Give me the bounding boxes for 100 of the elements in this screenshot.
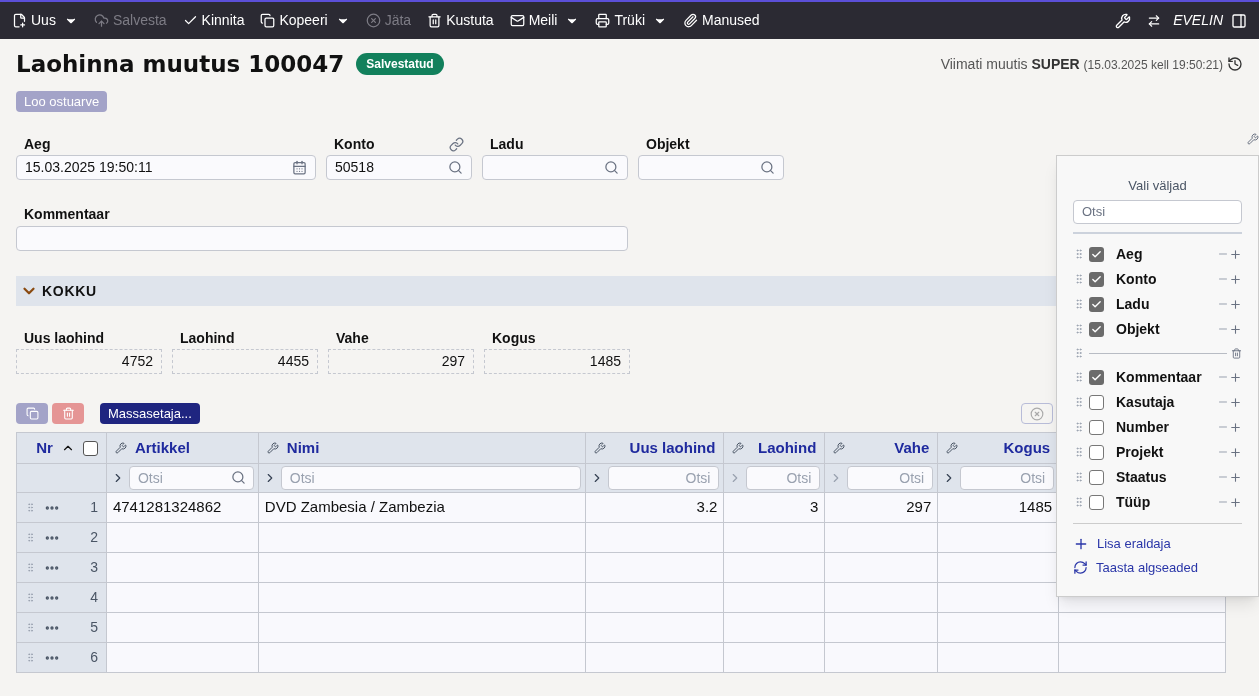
link-icon[interactable] (449, 136, 464, 152)
checkbox[interactable] (1089, 444, 1104, 460)
toolbar-button[interactable]: Kustuta (427, 10, 494, 31)
filter-field[interactable]: Otsi (960, 466, 1055, 490)
toolbar-button[interactable]: Manused (683, 10, 760, 31)
filter-field[interactable]: Otsi (847, 466, 934, 490)
drag-handle-icon[interactable] (1073, 396, 1085, 408)
drag-handle-icon[interactable] (1073, 371, 1085, 383)
table-cell: DVD Zambesia / Zambezia (258, 493, 586, 522)
input-field[interactable] (638, 155, 784, 180)
mass-edit-button[interactable]: Massasetaja... (100, 403, 200, 424)
toolbar-button[interactable]: Meili (509, 10, 558, 31)
toolbar-button[interactable]: Kopeeri (260, 10, 328, 31)
drag-handle-icon[interactable] (1073, 298, 1085, 310)
plus-icon[interactable] (1229, 297, 1242, 311)
drag-handle-icon[interactable] (25, 502, 36, 513)
field-option-label: Staatus (1116, 467, 1168, 487)
search-field[interactable]: Otsi (1073, 199, 1242, 224)
input-field[interactable]: 15.03.2025 19:50:11 (16, 155, 316, 180)
drag-handle-icon[interactable] (1073, 248, 1085, 260)
column-header[interactable]: Artikkel (134, 436, 190, 460)
drag-handle-icon[interactable] (1073, 273, 1085, 285)
checkbox[interactable] (1089, 419, 1104, 435)
filter-field[interactable]: Otsi (746, 466, 821, 490)
swap-icon[interactable] (1147, 13, 1162, 28)
input-field[interactable] (482, 155, 628, 180)
drag-handle-icon[interactable] (1073, 496, 1085, 508)
drag-handle-icon[interactable] (25, 592, 36, 603)
column-header[interactable]: Nr (36, 436, 53, 460)
panel-icon[interactable] (1231, 12, 1247, 29)
field-option-label: Projekt (1116, 442, 1165, 462)
checkbox[interactable] (1089, 369, 1104, 385)
row-number: 4 (89, 588, 98, 607)
plus-icon[interactable] (1229, 470, 1242, 484)
section-title: KOKKU (42, 281, 97, 301)
copy-icon (260, 13, 276, 28)
summary-value: 1485 (484, 349, 630, 374)
summary-label: Laohind (179, 329, 236, 348)
user-name[interactable]: EVELIN (1173, 10, 1223, 31)
drag-handle-icon[interactable] (25, 622, 36, 633)
add-separator-link[interactable]: Lisa eraldaja (1073, 531, 1171, 556)
plus-icon[interactable] (1229, 395, 1242, 409)
history-icon[interactable] (1227, 56, 1243, 72)
column-header[interactable]: Nimi (286, 436, 320, 460)
checkbox[interactable] (1089, 271, 1104, 287)
column-header[interactable]: Kogus (1003, 436, 1051, 460)
plus-icon[interactable] (1229, 495, 1242, 509)
drag-handle-icon[interactable] (25, 652, 36, 663)
checkbox[interactable] (1089, 296, 1104, 312)
trash-icon (427, 13, 443, 28)
drag-handle-icon[interactable] (1073, 347, 1085, 359)
column-header[interactable]: Laohind (758, 436, 817, 460)
field-option-label: Kommentaar (1116, 367, 1203, 387)
drag-handle-icon[interactable] (1073, 471, 1085, 483)
toolbar-button[interactable]: Kinnita (182, 10, 245, 31)
input-field[interactable] (16, 226, 628, 251)
drag-handle-icon[interactable] (1073, 323, 1085, 335)
drag-handle-icon[interactable] (25, 562, 36, 573)
summary-value: 4752 (16, 349, 162, 374)
drag-handle-icon[interactable] (25, 532, 36, 543)
drag-handle-icon[interactable] (1073, 421, 1085, 433)
column-header[interactable]: Uus laohind (629, 436, 716, 460)
calendar-icon[interactable] (292, 160, 307, 175)
toolbar-button[interactable]: Uus (12, 10, 56, 31)
checkbox[interactable] (82, 440, 98, 456)
filter-field[interactable]: Otsi (128, 466, 254, 490)
plus-icon[interactable] (1229, 272, 1242, 286)
trash-icon[interactable] (1231, 347, 1242, 359)
check-icon (1091, 371, 1102, 383)
reset-defaults-link[interactable]: Taasta algseaded (1073, 555, 1198, 580)
field-label: Ladu (490, 134, 524, 154)
checkbox[interactable] (1089, 321, 1104, 337)
plus-icon[interactable] (1229, 370, 1242, 384)
new-file-icon (12, 13, 27, 28)
status-badge: Salvestatud (356, 53, 444, 75)
search-icon[interactable] (448, 160, 463, 175)
search-icon[interactable] (760, 160, 775, 175)
plus-icon[interactable] (1229, 247, 1242, 261)
field-option-label: Kasutaja (1116, 392, 1176, 412)
plus-icon[interactable] (1229, 445, 1242, 459)
search-icon[interactable] (230, 470, 246, 485)
plus-icon[interactable] (1229, 322, 1242, 336)
search-icon[interactable] (604, 160, 619, 175)
checkbox[interactable] (1089, 494, 1104, 510)
plus-icon[interactable] (1229, 420, 1242, 434)
field-label: Objekt (646, 134, 690, 154)
toolbar-button[interactable]: Trüki (595, 10, 645, 31)
summary-label: Uus laohind (23, 329, 106, 348)
check-icon (1091, 298, 1102, 310)
input-field[interactable]: 50518 (326, 155, 472, 180)
filter-field[interactable]: Otsi (280, 466, 581, 490)
field-option-label: Aeg (1116, 244, 1144, 264)
column-header[interactable]: Vahe (894, 436, 930, 460)
filter-field[interactable]: Otsi (607, 466, 720, 490)
table-cell: 297 (825, 493, 939, 522)
checkbox[interactable] (1089, 394, 1104, 410)
checkbox[interactable] (1089, 469, 1104, 485)
cloud-upload-icon (93, 13, 109, 28)
drag-handle-icon[interactable] (1073, 446, 1085, 458)
checkbox[interactable] (1089, 246, 1104, 262)
